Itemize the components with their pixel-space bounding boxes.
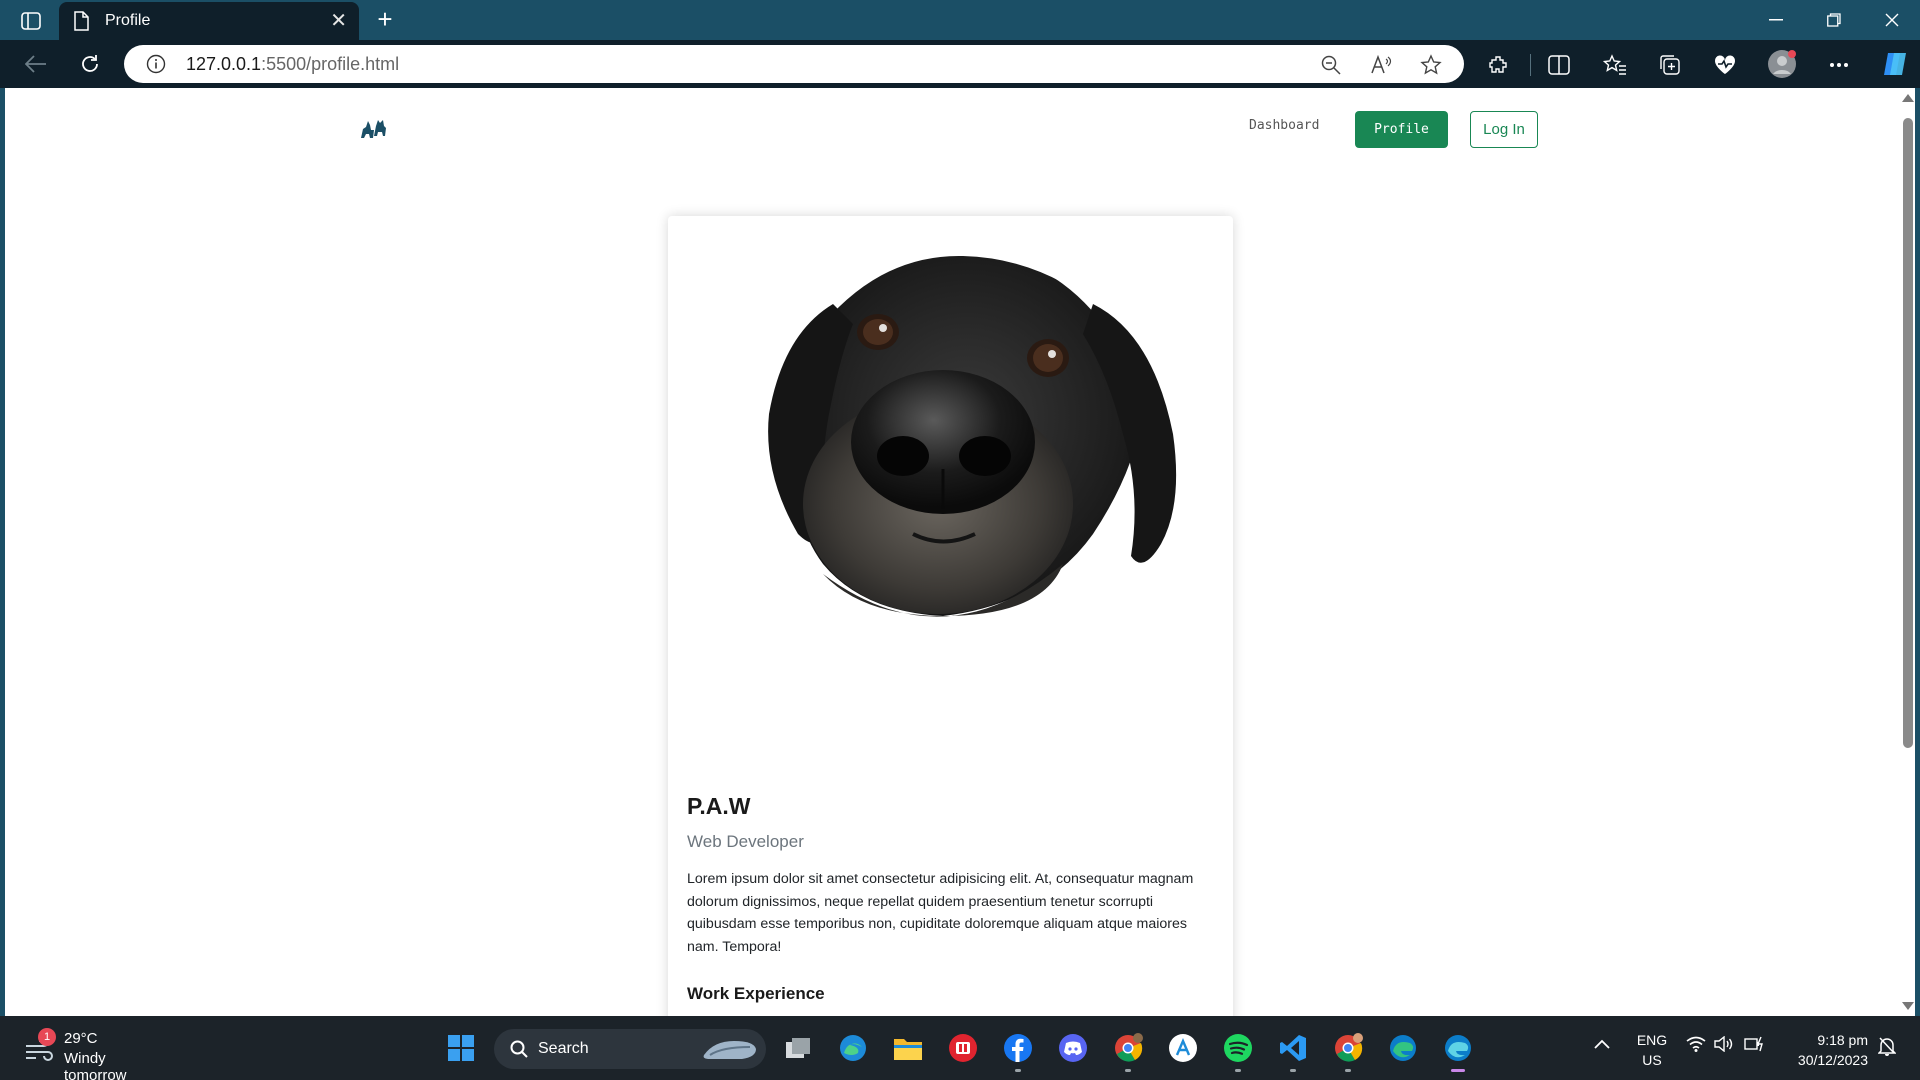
browser-essentials-icon[interactable] [1712,52,1738,78]
browser-title-bar: Profile ✕ + [0,0,1920,40]
profile-name: P.A.W [687,793,751,819]
task-view-icon[interactable] [780,1030,816,1066]
browser-toolbar: 127.0.0.1:5500/profile.html [0,40,1920,88]
more-options-icon[interactable] [1826,52,1852,78]
taskbar-search[interactable]: Search [494,1029,766,1069]
page-viewport: Dashboard Profile Log In P.A.W Web Devel… [5,88,1900,1016]
chrome-profile-2-icon[interactable] [1330,1030,1366,1072]
language-region: US [1642,1052,1662,1068]
work-experience-heading: Work Experience [687,984,825,1003]
scroll-down-icon[interactable] [1902,1002,1914,1010]
url-text[interactable]: 127.0.0.1:5500/profile.html [186,54,399,75]
address-bar[interactable]: 127.0.0.1:5500/profile.html [124,45,1464,83]
clock-date: 30/12/2023 [1797,1052,1868,1068]
vscode-icon[interactable] [1275,1030,1311,1072]
favorite-star-icon[interactable] [1420,54,1442,76]
clock-time: 9:18 pm [1817,1032,1868,1048]
profile-photo [713,244,1183,664]
battery-icon[interactable] [1744,1036,1766,1055]
show-hidden-icons-chevron-icon[interactable] [1594,1036,1610,1052]
running-indicator [1345,1069,1351,1072]
tab-profile[interactable]: Profile ✕ [59,2,359,40]
close-window-button[interactable] [1864,0,1920,40]
nav-link-dashboard[interactable]: Dashboard [1249,118,1319,133]
read-aloud-icon[interactable] [1370,54,1392,76]
weather-desc: Windy tomorrow [64,1050,127,1080]
running-indicator [1015,1069,1021,1072]
copilot-icon[interactable] [1880,49,1910,79]
scrollbar-thumb[interactable] [1903,118,1913,748]
weather-widget[interactable]: 1 29°C Windy tomorrow [22,1028,172,1080]
profile-bio: Lorem ipsum dolor sit amet consectetur a… [687,871,1194,955]
system-clock[interactable]: 9:18 pm 30/12/2023 [1788,1030,1868,1070]
running-indicator [1290,1069,1296,1072]
volume-icon[interactable] [1714,1035,1734,1055]
search-label: Search [538,1040,589,1057]
chrome-profile-1-icon[interactable] [1110,1030,1146,1072]
site-logo-icon[interactable] [358,116,388,140]
running-indicator [1451,1069,1465,1072]
page-icon [73,11,91,31]
profile-avatar[interactable] [1767,49,1797,79]
tab-actions-icon[interactable] [14,8,48,34]
split-screen-icon[interactable] [1546,52,1572,78]
running-indicator [1125,1069,1131,1072]
close-tab-icon[interactable]: ✕ [330,11,347,31]
favorites-icon[interactable] [1602,52,1628,78]
windows-taskbar: 1 29°C Windy tomorrow Search ENG US 9:18… [0,1016,1920,1080]
weather-temp: 29°C [64,1030,98,1047]
page-scrollbar[interactable] [1900,88,1915,1016]
nav-button-profile[interactable]: Profile [1355,111,1448,148]
search-icon [510,1040,528,1058]
refresh-icon[interactable] [74,48,106,80]
wifi-icon[interactable] [1686,1036,1706,1055]
site-info-icon[interactable] [146,54,166,74]
profile-card: P.A.W Web Developer Lorem ipsum dolor si… [668,216,1233,1016]
language-indicator[interactable]: ENG US [1634,1030,1670,1070]
edge-dev-icon[interactable] [1434,1025,1482,1072]
collections-icon[interactable] [1657,52,1683,78]
edge-beta-icon[interactable] [835,1030,871,1066]
search-highlight-icon [703,1041,756,1059]
facebook-icon[interactable] [1000,1030,1036,1072]
restore-button[interactable] [1806,0,1862,40]
red-app-icon[interactable] [945,1030,981,1066]
profile-role: Web Developer [687,832,804,851]
url-path: :5500/profile.html [261,54,400,74]
weather-badge: 1 [38,1028,56,1046]
spotify-icon[interactable] [1220,1030,1256,1072]
scroll-up-icon[interactable] [1902,94,1914,102]
discord-icon[interactable] [1055,1030,1091,1066]
new-tab-button[interactable]: + [370,5,400,35]
app-store-icon[interactable] [1165,1030,1201,1066]
file-explorer-icon[interactable] [890,1030,926,1066]
tab-title: Profile [105,12,151,29]
windows-start-icon[interactable] [443,1030,479,1066]
back-arrow-icon[interactable] [20,48,52,80]
language-code: ENG [1636,1032,1668,1048]
edge-icon[interactable] [1385,1030,1421,1066]
zoom-out-icon[interactable] [1320,54,1342,76]
minimize-button[interactable] [1748,0,1804,40]
window-border [1915,88,1920,1016]
toolbar-divider [1530,54,1531,76]
url-host: 127.0.0.1 [186,54,262,74]
notification-icon[interactable] [1877,1036,1897,1059]
login-button[interactable]: Log In [1470,111,1538,148]
running-indicator [1235,1069,1241,1072]
extensions-icon[interactable] [1486,52,1512,78]
